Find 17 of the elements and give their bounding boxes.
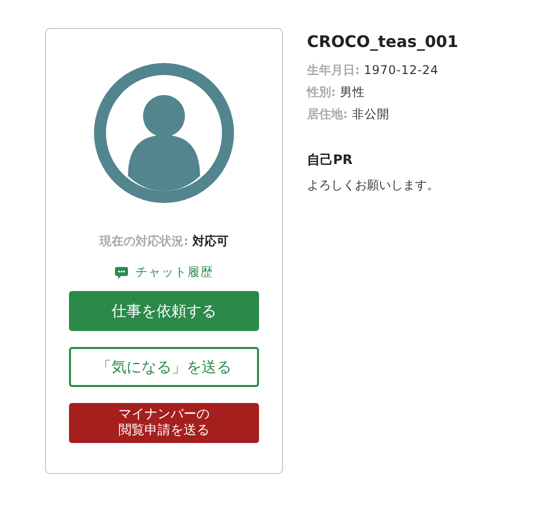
chat-history-link[interactable]: チャット履歴 bbox=[114, 264, 214, 281]
interested-button[interactable]: 「気になる」を送る bbox=[69, 347, 259, 387]
status-label: 現在の対応状況: bbox=[100, 233, 188, 250]
pr-heading: 自己PR bbox=[307, 152, 354, 169]
status-value: 対応可 bbox=[192, 233, 228, 250]
username: CROCO_teas_001 bbox=[307, 32, 458, 51]
field-value: 男性 bbox=[340, 84, 365, 101]
pr-text: よろしくお願いします。 bbox=[307, 177, 440, 194]
avatar-icon bbox=[94, 63, 234, 203]
field-label: 性別: bbox=[307, 84, 336, 101]
mynumber-request-button[interactable]: マイナンバーの閲覧申請を送る bbox=[69, 403, 259, 443]
field-label: 居住地: bbox=[307, 106, 348, 123]
field-value: 非公開 bbox=[352, 106, 390, 123]
request-job-button[interactable]: 仕事を依頼する bbox=[69, 291, 259, 331]
field-value: 1970-12-24 bbox=[364, 62, 439, 79]
chat-icon bbox=[114, 266, 128, 278]
field-label: 生年月日: bbox=[307, 62, 360, 79]
